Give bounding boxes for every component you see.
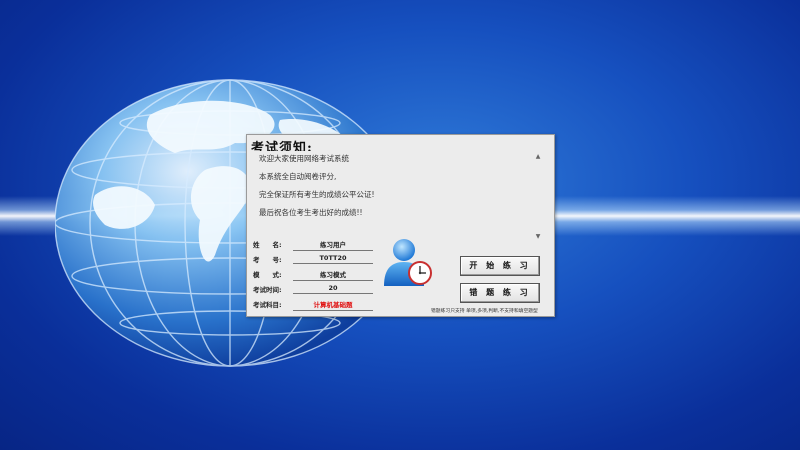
start-practice-button[interactable]: 开 始 练 习	[460, 256, 540, 276]
notice-line: 最后祝各位考生考出好的成绩!!	[259, 208, 363, 217]
subject-label: 考试科目:	[253, 301, 282, 309]
wrong-practice-note: 错题练习只支持 单项,多项,判断,不支持和填空题型	[431, 309, 538, 314]
id-value: T0TT20	[293, 254, 373, 264]
notice-line: 本系统全自动阅卷评分,	[259, 172, 337, 181]
mode-label: 模 式:	[253, 271, 282, 279]
notice-line: 欢迎大家使用网络考试系统	[259, 154, 349, 163]
subject-value: 计算机基础题	[293, 299, 373, 311]
notice-line: 完全保证所有考生的成绩公平公证!	[259, 190, 375, 199]
exam-dialog: 考试须知: 欢迎大家使用网络考试系统 本系统全自动阅卷评分, 完全保证所有考生的…	[246, 134, 555, 317]
name-label: 姓 名:	[253, 241, 282, 249]
scroll-down-arrow-icon[interactable]: ▼	[534, 233, 542, 241]
time-label: 考试时间:	[253, 286, 282, 294]
notice-textbox[interactable]: 欢迎大家使用网络考试系统 本系统全自动阅卷评分, 完全保证所有考生的成绩公平公证…	[255, 151, 542, 240]
wrong-question-practice-button[interactable]: 错 题 练 习	[460, 283, 540, 303]
scroll-up-arrow-icon[interactable]: ▲	[534, 153, 542, 161]
name-value: 练习用户	[293, 239, 373, 251]
user-clock-icon	[384, 239, 432, 286]
id-label: 考 号:	[253, 256, 282, 264]
time-value: 20	[293, 284, 373, 294]
mode-value: 练习模式	[293, 269, 373, 281]
